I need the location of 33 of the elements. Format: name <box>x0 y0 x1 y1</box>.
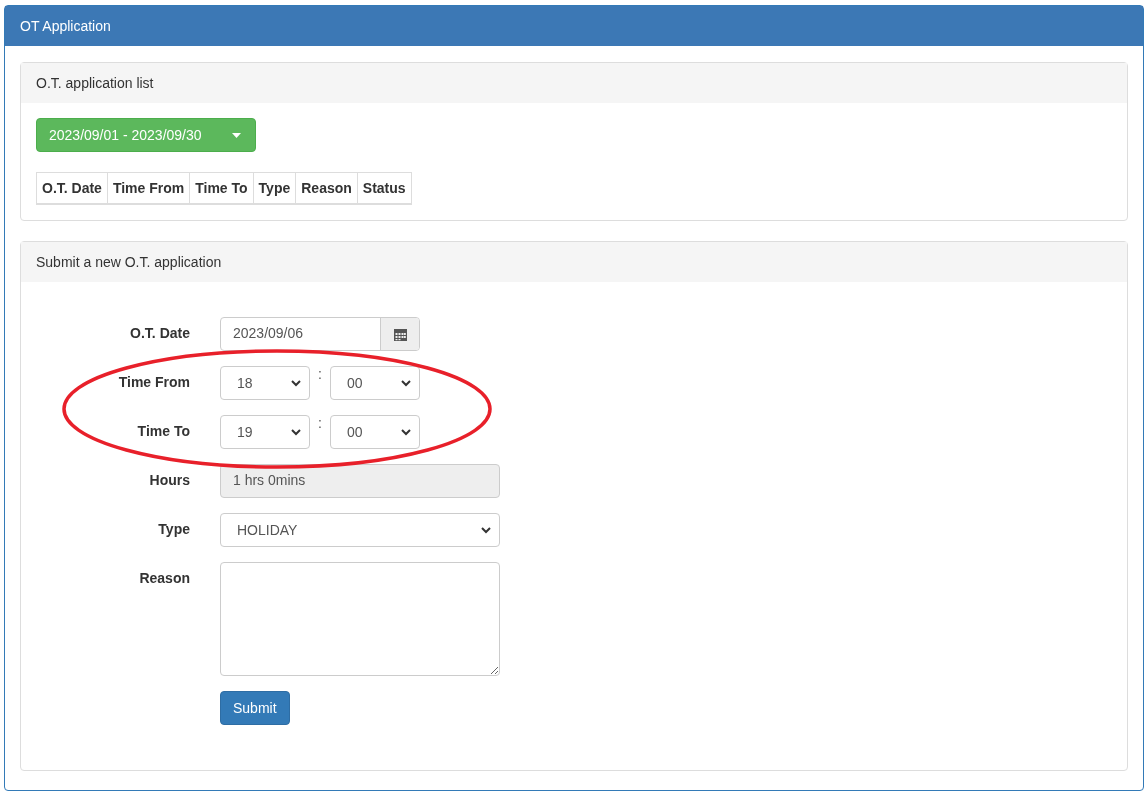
reason-textarea[interactable] <box>220 562 500 676</box>
field-label: Type <box>157 520 190 537</box>
column-header: Reason <box>295 172 358 204</box>
column-header: Time From <box>107 172 190 204</box>
column-header: Status <box>357 172 412 204</box>
panel-title: O.T. application list <box>36 75 154 91</box>
column-header: Time To <box>189 172 254 204</box>
chevron-icon <box>481 526 491 534</box>
time-separator: : <box>317 366 323 382</box>
chevron-icon <box>401 379 411 387</box>
time-separator: : <box>317 415 323 431</box>
minute-select[interactable]: 00 <box>330 415 420 449</box>
field-label: Time From <box>117 373 190 390</box>
chevron-icon <box>291 379 301 387</box>
hours-field: 1 hrs 0mins <box>220 464 500 498</box>
chevron-icon <box>291 428 301 436</box>
column-header: O.T. Date <box>36 172 108 204</box>
chevron-icon <box>401 428 411 436</box>
minute-select[interactable]: 00 <box>330 366 420 400</box>
column-header: Type <box>253 172 296 204</box>
field-label: O.T. Date <box>129 324 190 341</box>
date-field[interactable]: 2023/09/06 <box>220 317 420 351</box>
type-select[interactable]: HOLIDAY <box>220 513 500 547</box>
field-label: Hours <box>148 471 190 488</box>
submit-button[interactable]: Submit <box>220 691 290 725</box>
field-label: Time To <box>136 422 190 439</box>
panel-title: Submit a new O.T. application <box>36 254 222 270</box>
hour-select[interactable]: 19 <box>220 415 310 449</box>
caret-icon <box>232 132 241 138</box>
window-title: OT Application <box>20 18 111 34</box>
calendar-icon <box>393 327 407 341</box>
hour-select[interactable]: 18 <box>220 366 310 400</box>
field-label: Reason <box>138 569 190 586</box>
